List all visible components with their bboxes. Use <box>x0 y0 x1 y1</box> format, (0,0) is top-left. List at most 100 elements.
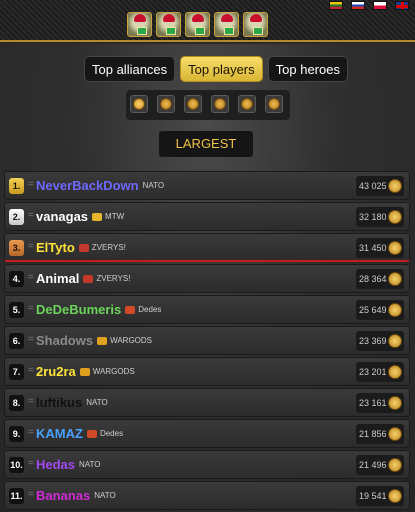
alliance-name: NATO <box>86 398 107 407</box>
row-marker-icon: = <box>28 396 34 407</box>
flag-ru-icon[interactable] <box>351 1 365 10</box>
flag-lt-icon[interactable] <box>329 1 343 10</box>
rank-badge: 3. <box>9 240 24 256</box>
table-row[interactable]: 8. = luftikus NATO 23 161 <box>4 388 410 417</box>
rank-badge: 10. <box>9 457 24 473</box>
coin-icon <box>388 210 402 224</box>
score-badge: 28 364 <box>356 269 404 289</box>
alliance-label: WARGODS <box>92 367 135 376</box>
player-name[interactable]: Animal <box>36 271 79 286</box>
player-name[interactable]: Bananas <box>36 488 90 503</box>
player-name[interactable]: DeDeBumeris <box>36 302 121 317</box>
flag-en-icon[interactable] <box>395 1 409 10</box>
coin-icon <box>388 272 402 286</box>
row-marker-icon: = <box>28 210 34 221</box>
alliance-name: NATO <box>94 491 115 500</box>
player-name[interactable]: NeverBackDown <box>36 178 139 193</box>
language-flags <box>329 1 409 10</box>
tab-top-players[interactable]: Top players <box>180 56 263 82</box>
ranking-tabs: Top alliances Top players Top heroes <box>84 56 348 82</box>
rank-badge: 8. <box>9 395 24 411</box>
alliance-label: NATO <box>86 398 108 407</box>
alliance-name: ZVERYS! <box>83 274 130 283</box>
game-icons <box>127 12 268 37</box>
coin-icon <box>388 396 402 410</box>
alliance-label: Dedes <box>138 305 162 314</box>
medal-icon[interactable] <box>265 95 283 113</box>
alliance-name: WARGODS <box>79 367 135 376</box>
score-badge: 21 856 <box>356 424 404 444</box>
game-2-icon[interactable] <box>156 12 181 37</box>
alliance-emblem-icon <box>97 336 108 345</box>
score-value: 23 201 <box>359 367 387 377</box>
score-value: 19 541 <box>359 491 387 501</box>
row-marker-icon: = <box>28 241 34 252</box>
score-badge: 21 496 <box>356 455 404 475</box>
score-badge: 32 180 <box>356 207 404 227</box>
score-value: 23 161 <box>359 398 387 408</box>
row-marker-icon: = <box>28 458 34 469</box>
table-row[interactable]: 7. = 2ru2ra WARGODS 23 201 <box>4 357 410 386</box>
alliance-name: NATO <box>79 460 100 469</box>
bag-icon[interactable] <box>211 95 229 113</box>
score-value: 32 180 <box>359 212 387 222</box>
player-name[interactable]: 2ru2ra <box>36 364 76 379</box>
swords-icon[interactable] <box>157 95 175 113</box>
tab-top-heroes[interactable]: Top heroes <box>267 56 348 82</box>
coin-icon <box>388 489 402 503</box>
table-row[interactable]: 4. = Animal ZVERYS! 28 364 <box>4 264 410 293</box>
flag-pl-icon[interactable] <box>373 1 387 10</box>
score-badge: 19 541 <box>356 486 404 506</box>
coin-icon <box>388 458 402 472</box>
player-name[interactable]: vanagas <box>36 209 88 224</box>
section-label: LARGEST <box>159 131 253 157</box>
coin-icon <box>388 334 402 348</box>
row-marker-icon: = <box>28 272 34 283</box>
player-name[interactable]: KAMAZ <box>36 426 83 441</box>
game-5-icon[interactable] <box>243 12 268 37</box>
table-row[interactable]: 3. = ElTyto ZVERYS! 31 450 <box>4 233 410 262</box>
alliance-emblem-icon <box>125 305 136 314</box>
player-name[interactable]: Shadows <box>36 333 93 348</box>
table-row[interactable]: 10. = Hedas NATO 21 496 <box>4 450 410 479</box>
table-row[interactable]: 6. = Shadows WARGODS 23 369 <box>4 326 410 355</box>
score-badge: 31 450 <box>356 238 404 258</box>
coin-icon <box>388 427 402 441</box>
player-name[interactable]: Hedas <box>36 457 75 472</box>
alliance-label: NATO <box>79 460 101 469</box>
table-row[interactable]: 5. = DeDeBumeris Dedes 25 649 <box>4 295 410 324</box>
coin-icon <box>388 365 402 379</box>
alliance-label: Dedes <box>99 429 124 438</box>
table-row[interactable]: 1. = NeverBackDown NATO 43 025 <box>4 171 410 200</box>
player-name[interactable]: ElTyto <box>36 240 75 255</box>
row-marker-icon: = <box>28 427 34 438</box>
shield-icon[interactable] <box>184 95 202 113</box>
score-value: 25 649 <box>359 305 387 315</box>
alliance-name: WARGODS <box>97 336 152 345</box>
score-badge: 23 201 <box>356 362 404 382</box>
player-name[interactable]: luftikus <box>36 395 82 410</box>
tab-top-alliances[interactable]: Top alliances <box>84 56 176 82</box>
player-list: 1. = NeverBackDown NATO 43 025 2. = vanagas MTW 3… <box>4 171 410 512</box>
alliance-label: ZVERYS! <box>96 274 131 283</box>
orb-icon[interactable] <box>238 95 256 113</box>
score-value: 23 369 <box>359 336 387 346</box>
table-row[interactable]: 2. = vanagas MTW 32 180 <box>4 202 410 231</box>
alliance-emblem-icon <box>86 429 97 438</box>
top-bar <box>0 0 415 42</box>
game-4-icon[interactable] <box>214 12 239 37</box>
score-badge: 23 161 <box>356 393 404 413</box>
coin-icon <box>388 241 402 255</box>
alliance-label: NATO <box>142 181 165 190</box>
alliance-label: ZVERYS! <box>91 243 126 252</box>
rank-badge: 2. <box>9 209 24 225</box>
game-1-icon[interactable] <box>127 12 152 37</box>
coin-icon[interactable] <box>130 95 148 113</box>
alliance-label: WARGODS <box>110 336 153 345</box>
alliance-label: NATO <box>94 491 116 500</box>
table-row[interactable]: 9. = KAMAZ Dedes 21 856 <box>4 419 410 448</box>
game-3-icon[interactable] <box>185 12 210 37</box>
table-row[interactable]: 11. = Bananas NATO 19 541 <box>4 481 410 510</box>
alliance-name: ZVERYS! <box>78 243 126 252</box>
category-selector <box>126 90 290 120</box>
